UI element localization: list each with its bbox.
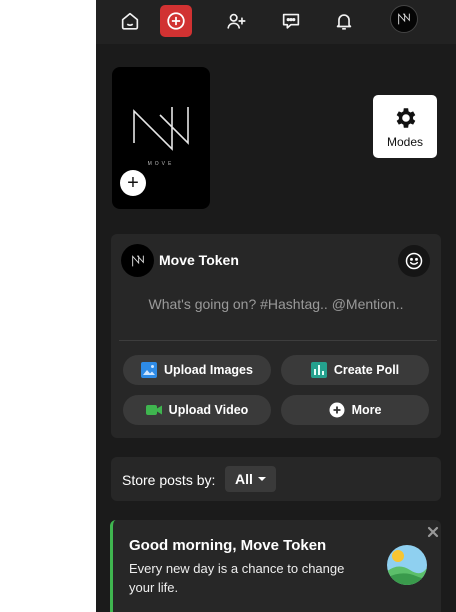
post-composer: Move Token Upload Images bbox=[111, 234, 441, 438]
emoji-button[interactable] bbox=[398, 245, 430, 277]
greeting-card: Good morning, Move Token Every new day i… bbox=[110, 520, 441, 612]
post-text-input[interactable] bbox=[121, 292, 431, 316]
greeting-text: Every new day is a chance to change your… bbox=[129, 561, 345, 595]
create-poll-button[interactable]: Create Poll bbox=[281, 355, 429, 385]
composer-avatar bbox=[121, 244, 154, 277]
plus-circle-icon bbox=[329, 402, 345, 418]
image-icon bbox=[141, 362, 158, 378]
store-posts-label: Store posts by: bbox=[122, 472, 216, 488]
create-plus-icon[interactable] bbox=[160, 5, 192, 37]
upload-images-button[interactable]: Upload Images bbox=[123, 355, 271, 385]
composer-user-name: Move Token bbox=[159, 252, 239, 268]
upload-video-button[interactable]: Upload Video bbox=[123, 395, 271, 425]
smiley-icon bbox=[405, 252, 423, 270]
upload-images-label: Upload Images bbox=[164, 363, 253, 377]
more-button[interactable]: More bbox=[281, 395, 429, 425]
home-icon[interactable] bbox=[114, 5, 146, 37]
modes-label: Modes bbox=[386, 134, 424, 149]
more-label: More bbox=[351, 403, 382, 417]
create-poll-label: Create Poll bbox=[333, 363, 400, 377]
app-panel: MOVE + Modes Move Token What's going on?… bbox=[96, 0, 456, 612]
modes-button[interactable]: Modes bbox=[373, 95, 437, 158]
add-user-icon[interactable] bbox=[220, 5, 252, 37]
greeting-title: Good morning, Move Token bbox=[129, 537, 327, 554]
poll-icon bbox=[310, 362, 327, 378]
gear-icon bbox=[396, 107, 416, 128]
close-icon[interactable] bbox=[426, 525, 440, 539]
svg-text:MOVE: MOVE bbox=[148, 161, 175, 167]
sunny-landscape-icon bbox=[387, 545, 427, 585]
store-posts-selected: All bbox=[235, 471, 253, 487]
top-nav-bar bbox=[96, 0, 456, 44]
profile-avatar[interactable] bbox=[390, 5, 418, 33]
bell-icon[interactable] bbox=[328, 5, 360, 37]
add-photo-button[interactable]: + bbox=[120, 170, 146, 196]
upload-video-label: Upload Video bbox=[168, 403, 249, 417]
chevron-down-icon bbox=[257, 477, 266, 481]
video-camera-icon bbox=[145, 405, 162, 415]
store-posts-select[interactable]: All bbox=[225, 466, 276, 492]
store-posts-bar: Store posts by: All bbox=[111, 457, 441, 501]
profile-logo-card[interactable]: MOVE + bbox=[112, 67, 210, 209]
composer-divider bbox=[119, 340, 437, 341]
chat-icon[interactable] bbox=[275, 5, 307, 37]
